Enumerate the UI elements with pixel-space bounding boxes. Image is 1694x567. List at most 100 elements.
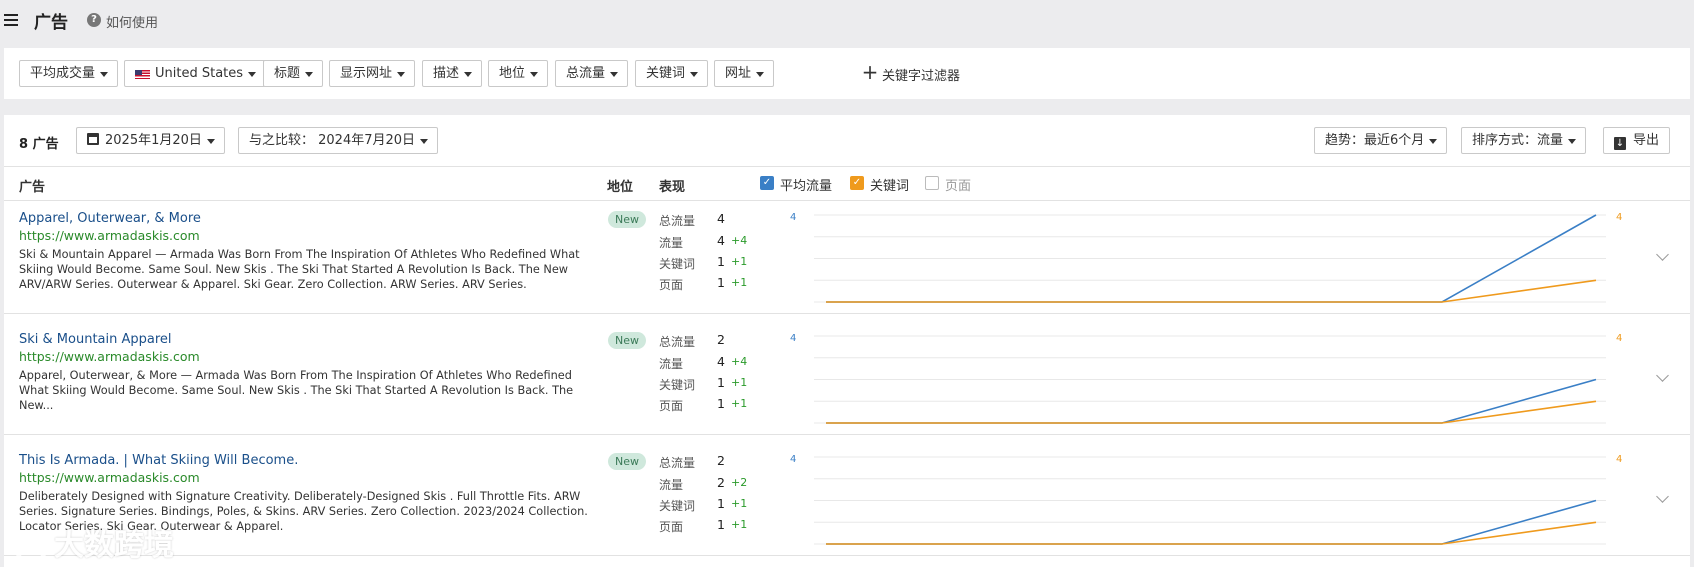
series-keywords-line bbox=[826, 279, 1597, 303]
metric-value: 1 bbox=[717, 375, 725, 390]
chevron-down-icon[interactable] bbox=[1656, 250, 1670, 264]
chevron-down-icon[interactable] bbox=[1656, 371, 1670, 385]
legend-pages-label: 页面 bbox=[945, 179, 972, 194]
table-row: Ski & Mountain Apparel https://www.armada… bbox=[4, 323, 1690, 435]
metric-delta: +1 bbox=[731, 255, 748, 268]
chevron-down-icon[interactable] bbox=[1656, 492, 1670, 506]
metric-delta: +1 bbox=[731, 376, 748, 389]
metric-value: 2 bbox=[717, 453, 725, 468]
ad-url[interactable]: https://www.armadaskis.com bbox=[19, 470, 200, 485]
filter-position[interactable]: 地位 bbox=[488, 60, 549, 87]
status-badge: New bbox=[608, 332, 646, 349]
export-button[interactable]: ↓ 导出 bbox=[1603, 127, 1671, 154]
metric-delta: +1 bbox=[731, 518, 748, 531]
ad-description: Apparel, Outerwear, & More — Armada Was … bbox=[19, 369, 574, 412]
metric-value: 1 bbox=[717, 396, 725, 411]
metric-label: 关键词 bbox=[659, 257, 696, 271]
filter-title[interactable]: 标题 bbox=[263, 60, 324, 87]
legend-keywords-checkbox[interactable]: ✓ bbox=[850, 176, 864, 190]
axis-left-label: 4 bbox=[790, 212, 796, 223]
filter-country-label: United States bbox=[155, 66, 244, 81]
metric-label: 关键词 bbox=[659, 378, 696, 392]
metric-delta: +1 bbox=[731, 276, 748, 289]
metric-label: 页面 bbox=[659, 520, 684, 534]
filter-display-url[interactable]: 显示网址 bbox=[329, 60, 416, 87]
ad-title[interactable]: Apparel, Outerwear, & More bbox=[19, 211, 201, 226]
ad-description: Deliberately Designed with Signature Cre… bbox=[19, 490, 588, 533]
metric-value: 1 bbox=[717, 275, 725, 290]
metric-delta: +2 bbox=[731, 476, 748, 489]
us-flag-icon bbox=[135, 70, 150, 79]
metric-delta: +4 bbox=[731, 234, 748, 247]
status-badge: New bbox=[608, 211, 646, 228]
metric-value: 1 bbox=[717, 496, 725, 511]
date-picker[interactable]: 2025年1月20日 bbox=[76, 127, 225, 154]
legend-avg-traffic-checkbox[interactable]: ✓ bbox=[760, 176, 774, 190]
calendar-icon bbox=[87, 133, 99, 145]
filter-total-traffic[interactable]: 总流量 bbox=[555, 60, 629, 87]
table-row: Apparel, Outerwear, & More https://www.ar… bbox=[4, 202, 1690, 314]
metric-value: 2 bbox=[717, 475, 725, 490]
axis-right-label: 4 bbox=[1616, 212, 1622, 223]
results-toolbar: 8 广告 2025年1月20日 与之比较： 2024年7月20日 趋势：最近6个… bbox=[4, 115, 1690, 167]
metric-delta: +1 bbox=[731, 497, 748, 510]
metric-label: 总流量 bbox=[659, 456, 696, 470]
ad-url[interactable]: https://www.armadaskis.com bbox=[19, 349, 200, 364]
filter-country[interactable]: United States bbox=[124, 60, 267, 87]
metric-value: 1 bbox=[717, 517, 725, 532]
legend-avg-traffic-label: 平均流量 bbox=[780, 179, 833, 194]
plus-icon[interactable]: + bbox=[860, 62, 880, 82]
metric-label: 总流量 bbox=[659, 335, 696, 349]
metric-label: 流量 bbox=[659, 236, 684, 250]
help-icon[interactable]: ? bbox=[87, 13, 101, 27]
metric-label: 流量 bbox=[659, 478, 684, 492]
ad-url[interactable]: https://www.armadaskis.com bbox=[19, 228, 200, 243]
trend-chart: 44 bbox=[790, 454, 1622, 545]
filter-url[interactable]: 网址 bbox=[714, 60, 775, 87]
compare-picker[interactable]: 与之比较： 2024年7月20日 bbox=[238, 127, 439, 154]
axis-right-label: 4 bbox=[1616, 333, 1622, 344]
metric-label: 流量 bbox=[659, 357, 684, 371]
date-label: 2025年1月20日 bbox=[105, 133, 202, 148]
metric-value: 4 bbox=[717, 233, 725, 248]
axis-left-label: 4 bbox=[790, 454, 796, 465]
help-link[interactable]: 如何使用 bbox=[106, 12, 158, 31]
filter-bar: 平均成交量 United States 标题 显示网址 描述 地位 总流量 关键… bbox=[4, 48, 1690, 99]
status-badge: New bbox=[608, 453, 646, 470]
col-ad: 广告 bbox=[19, 180, 46, 195]
col-position: 地位 bbox=[607, 180, 634, 195]
filter-keywords[interactable]: 关键词 bbox=[635, 60, 709, 87]
metric-label: 页面 bbox=[659, 399, 684, 413]
axis-left-label: 4 bbox=[790, 333, 796, 344]
filter-description[interactable]: 描述 bbox=[422, 60, 483, 87]
filter-avg-volume[interactable]: 平均成交量 bbox=[19, 60, 119, 87]
ad-title[interactable]: Ski & Mountain Apparel bbox=[19, 332, 172, 347]
keyword-filter-button[interactable]: 关键字过滤器 bbox=[882, 65, 960, 84]
ads-count: 8 广告 bbox=[19, 137, 59, 152]
top-bar: 广告 ? 如何使用 bbox=[0, 0, 1694, 42]
trend-chart: 44 bbox=[790, 212, 1622, 303]
table-row: This Is Armada. | What Skiing Will Becom… bbox=[4, 444, 1690, 556]
metric-label: 关键词 bbox=[659, 499, 696, 513]
metric-delta: +1 bbox=[731, 397, 748, 410]
metric-delta: +4 bbox=[731, 355, 748, 368]
ad-description: Ski & Mountain Apparel — Armada Was Born… bbox=[19, 248, 580, 291]
legend-keywords-label: 关键词 bbox=[870, 179, 910, 194]
trend-chart: 44 bbox=[790, 333, 1622, 424]
download-icon: ↓ bbox=[1614, 137, 1626, 150]
col-performance: 表现 bbox=[659, 180, 686, 195]
metric-label: 总流量 bbox=[659, 214, 696, 228]
ads-panel: 8 广告 2025年1月20日 与之比较： 2024年7月20日 趋势：最近6个… bbox=[4, 115, 1690, 567]
metric-value: 4 bbox=[717, 211, 725, 226]
menu-icon[interactable] bbox=[4, 14, 18, 26]
page-title: 广告 bbox=[34, 13, 68, 33]
trend-select[interactable]: 趋势：最近6个月 bbox=[1314, 127, 1448, 154]
axis-right-label: 4 bbox=[1616, 454, 1622, 465]
ad-title[interactable]: This Is Armada. | What Skiing Will Becom… bbox=[19, 453, 298, 468]
table-header: 广告 地位 表现 ✓ 平均流量 ✓ 关键词 页面 bbox=[4, 167, 1690, 201]
export-label: 导出 bbox=[1633, 133, 1660, 148]
metric-value: 1 bbox=[717, 254, 725, 269]
sort-select[interactable]: 排序方式：流量 bbox=[1461, 127, 1587, 154]
metric-value: 2 bbox=[717, 332, 725, 347]
legend-pages-checkbox[interactable] bbox=[925, 176, 939, 190]
